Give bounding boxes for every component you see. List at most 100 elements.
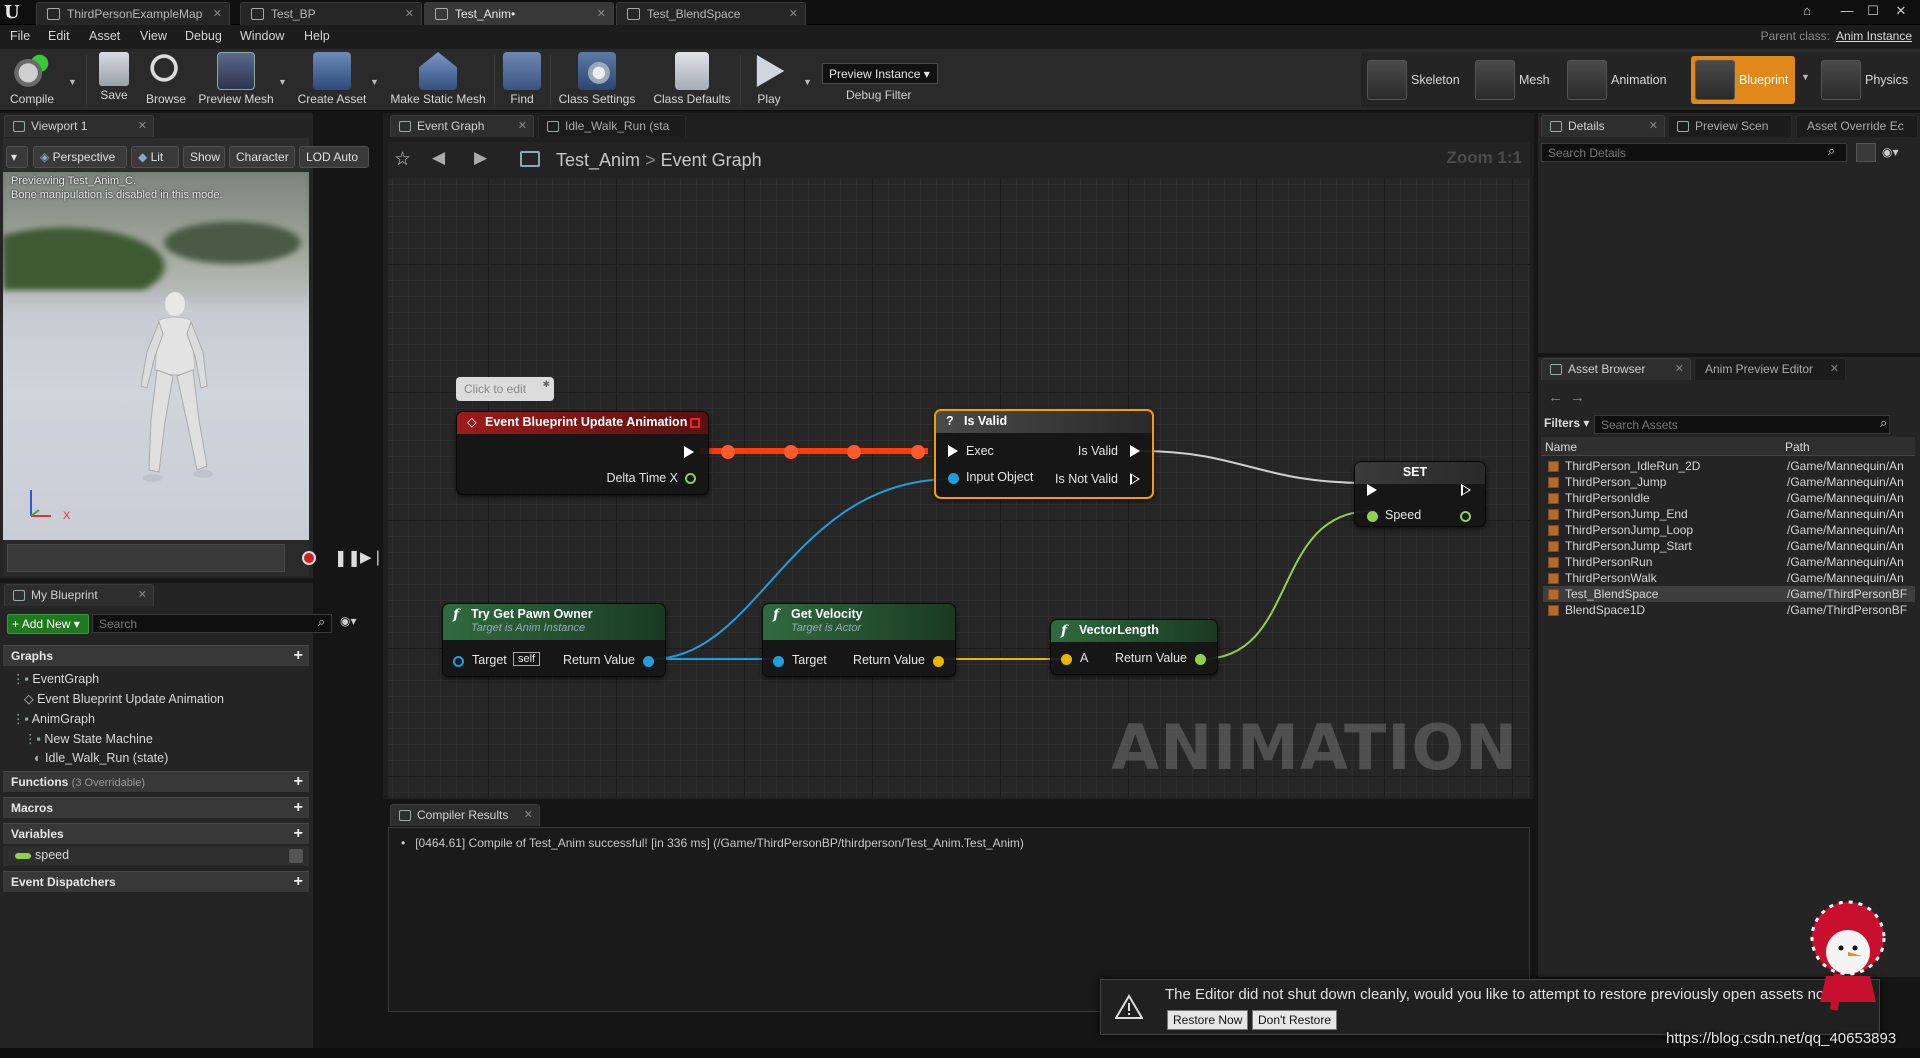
mode-skeleton[interactable]: Skeleton — [1363, 56, 1467, 104]
character-button[interactable]: Character — [229, 146, 295, 168]
doc-tab-test-anim[interactable]: Test_Anim• ✕ — [424, 2, 614, 25]
add-variable-icon[interactable]: + — [294, 825, 303, 843]
menu-help[interactable]: Help — [304, 29, 330, 43]
tab-my-blueprint[interactable]: My Blueprint ✕ — [4, 584, 154, 606]
set-exec-out-pin[interactable] — [1461, 484, 1471, 496]
velocity-target-pin[interactable] — [773, 656, 784, 667]
pin-icon[interactable]: ✱ — [542, 379, 550, 390]
maximize-icon[interactable]: ☐ — [1860, 0, 1886, 24]
back-arrow-icon[interactable]: ◀ — [432, 148, 445, 168]
velocity-return-pin[interactable] — [933, 656, 944, 667]
perspective-button[interactable]: ◈ Perspective — [33, 146, 127, 168]
doc-tab-blendspace[interactable]: Test_BlendSpace ✕ — [616, 2, 806, 25]
node-is-valid[interactable]: ? Is Valid Exec Is Valid Input Object Is … — [934, 409, 1154, 499]
tab-event-graph[interactable]: Event Graph ✕ — [390, 115, 534, 137]
doc-tab-map[interactable]: ThirdPersonExampleMap ✕ — [36, 2, 230, 25]
speed-in-pin[interactable] — [1367, 511, 1378, 522]
close-window-icon[interactable]: ✕ — [1888, 0, 1914, 24]
delta-time-pin[interactable] — [685, 473, 696, 484]
visibility-eye-icon[interactable]: ◉▾ — [340, 614, 357, 628]
tab-asset-browser[interactable]: Asset Browser ✕ — [1541, 358, 1691, 380]
lod-button[interactable]: LOD Auto — [299, 146, 369, 168]
create-asset-chevron-icon[interactable]: ▼ — [370, 77, 379, 87]
forward-arrow-icon[interactable]: ▶ — [474, 148, 487, 168]
close-icon[interactable]: ✕ — [138, 588, 147, 601]
close-icon[interactable]: ✕ — [138, 119, 147, 132]
close-icon[interactable]: ✕ — [1830, 362, 1839, 375]
forward-arrow-icon[interactable]: → — [1570, 389, 1585, 406]
favorite-star-icon[interactable]: ☆ — [394, 148, 411, 171]
menu-file[interactable]: File — [10, 29, 30, 43]
is-not-valid-exec-pin[interactable] — [1130, 473, 1140, 485]
tree-item-state-machine[interactable]: ⋮▪ New State Machine — [24, 731, 153, 746]
asset-row[interactable]: BlendSpace1D/Game/ThirdPersonBF — [1543, 602, 1915, 618]
asset-row[interactable]: ThirdPersonJump_Start/Game/Mannequin/An — [1543, 538, 1915, 554]
tree-item-eventgraph[interactable]: ⋮▪ EventGraph — [12, 671, 99, 686]
col-name-header[interactable]: Name — [1545, 440, 1577, 454]
play-options-chevron-icon[interactable]: ▼ — [803, 77, 812, 87]
close-icon[interactable]: ✕ — [405, 7, 414, 20]
asset-row[interactable]: ThirdPerson_IdleRun_2D/Game/Mannequin/An — [1543, 458, 1915, 474]
asset-row[interactable]: ThirdPersonJump_End/Game/Mannequin/An — [1543, 506, 1915, 522]
add-function-icon[interactable]: + — [294, 773, 303, 791]
is-valid-exec-pin[interactable] — [1130, 445, 1140, 457]
menu-edit[interactable]: Edit — [48, 29, 70, 43]
pawn-return-pin[interactable] — [643, 656, 654, 667]
asset-row[interactable]: ThirdPerson_Jump/Game/Mannequin/An — [1543, 474, 1915, 490]
play-button[interactable]: Play — [744, 52, 794, 108]
node-event-update-animation[interactable]: ◇ Event Blueprint Update Animation Delta … — [456, 411, 709, 495]
mode-mesh[interactable]: Mesh — [1471, 56, 1559, 104]
section-variables[interactable]: Variables + — [3, 823, 309, 844]
node-vector-length[interactable]: f VectorLength A Return Value — [1050, 619, 1218, 675]
details-search-input[interactable]: Search Details — [1541, 143, 1847, 162]
node-set-speed[interactable]: SET Speed — [1354, 461, 1486, 527]
mode-animation[interactable]: Animation — [1563, 56, 1675, 104]
tab-asset-override[interactable]: Asset Override Ec — [1796, 115, 1918, 137]
parent-class-link[interactable]: Anim Instance — [1836, 29, 1912, 43]
col-path-header[interactable]: Path — [1785, 440, 1810, 454]
preview-instance-select[interactable]: Preview Instance ▾ — [822, 63, 938, 84]
pause-icon[interactable]: ❚❚ — [334, 548, 361, 568]
close-icon[interactable]: ✕ — [213, 7, 222, 20]
dont-restore-button[interactable]: Don't Restore — [1252, 1010, 1337, 1030]
section-functions[interactable]: Functions (3 Overridable) + — [3, 771, 309, 792]
menu-debug[interactable]: Debug — [185, 29, 222, 43]
node-try-get-pawn-owner[interactable]: f Try Get Pawn Owner Target is Anim Instan… — [442, 603, 666, 677]
node-get-velocity[interactable]: f Get Velocity Target is Actor Target Retu… — [762, 603, 956, 677]
breadcrumb-root[interactable]: Test_Anim — [556, 150, 640, 170]
mode-blueprint[interactable]: Blueprint — [1691, 56, 1795, 104]
speed-out-pin[interactable] — [1460, 511, 1471, 522]
preview-mesh-button[interactable]: Preview Mesh — [196, 52, 276, 108]
menu-view[interactable]: View — [140, 29, 167, 43]
add-new-button[interactable]: + Add New ▾ — [7, 614, 89, 634]
exec-out-pin[interactable] — [684, 446, 694, 458]
tab-viewport[interactable]: Viewport 1 ✕ — [4, 115, 154, 137]
tab-compiler-results[interactable]: Compiler Results ✕ — [390, 804, 540, 826]
tree-item-update-animation[interactable]: ◇ Event Blueprint Update Animation — [24, 691, 224, 706]
browse-button[interactable]: Browse — [142, 52, 190, 108]
record-icon[interactable] — [302, 551, 316, 565]
timeline-scrubber[interactable] — [7, 544, 285, 572]
exec-in-pin[interactable] — [948, 445, 958, 457]
close-icon[interactable]: ✕ — [1649, 119, 1658, 132]
set-exec-in-pin[interactable] — [1367, 484, 1377, 496]
property-matrix-icon[interactable] — [1856, 143, 1876, 162]
my-blueprint-search-input[interactable]: Search — [92, 614, 332, 633]
delegate-pin-icon[interactable] — [690, 418, 700, 428]
asset-row[interactable]: ThirdPersonJump_Loop/Game/Mannequin/An — [1543, 522, 1915, 538]
create-asset-button[interactable]: Create Asset — [294, 52, 370, 108]
tab-preview-scene[interactable]: Preview Scen — [1668, 115, 1792, 137]
section-event-dispatchers[interactable]: Event Dispatchers + — [3, 871, 309, 892]
menu-window[interactable]: Window — [240, 29, 284, 43]
doc-tab-test-bp[interactable]: Test_BP ✕ — [240, 2, 422, 25]
tree-item-idle-walk-run[interactable]: ◐ Idle_Walk_Run (state) — [34, 751, 168, 765]
section-graphs[interactable]: Graphs + — [3, 645, 309, 666]
notification-icon[interactable]: ⌂ — [1794, 0, 1820, 24]
tab-anim-preview-editor[interactable]: Anim Preview Editor ✕ — [1694, 358, 1846, 380]
tab-details[interactable]: Details ✕ — [1541, 115, 1665, 137]
visibility-eye-icon[interactable]: ◉▾ — [1882, 145, 1899, 159]
back-arrow-icon[interactable]: ← — [1548, 389, 1563, 406]
class-settings-button[interactable]: Class Settings — [556, 52, 638, 108]
mode-physics[interactable]: Physics — [1817, 56, 1917, 104]
step-forward-icon[interactable]: ▶❘ — [360, 548, 384, 566]
